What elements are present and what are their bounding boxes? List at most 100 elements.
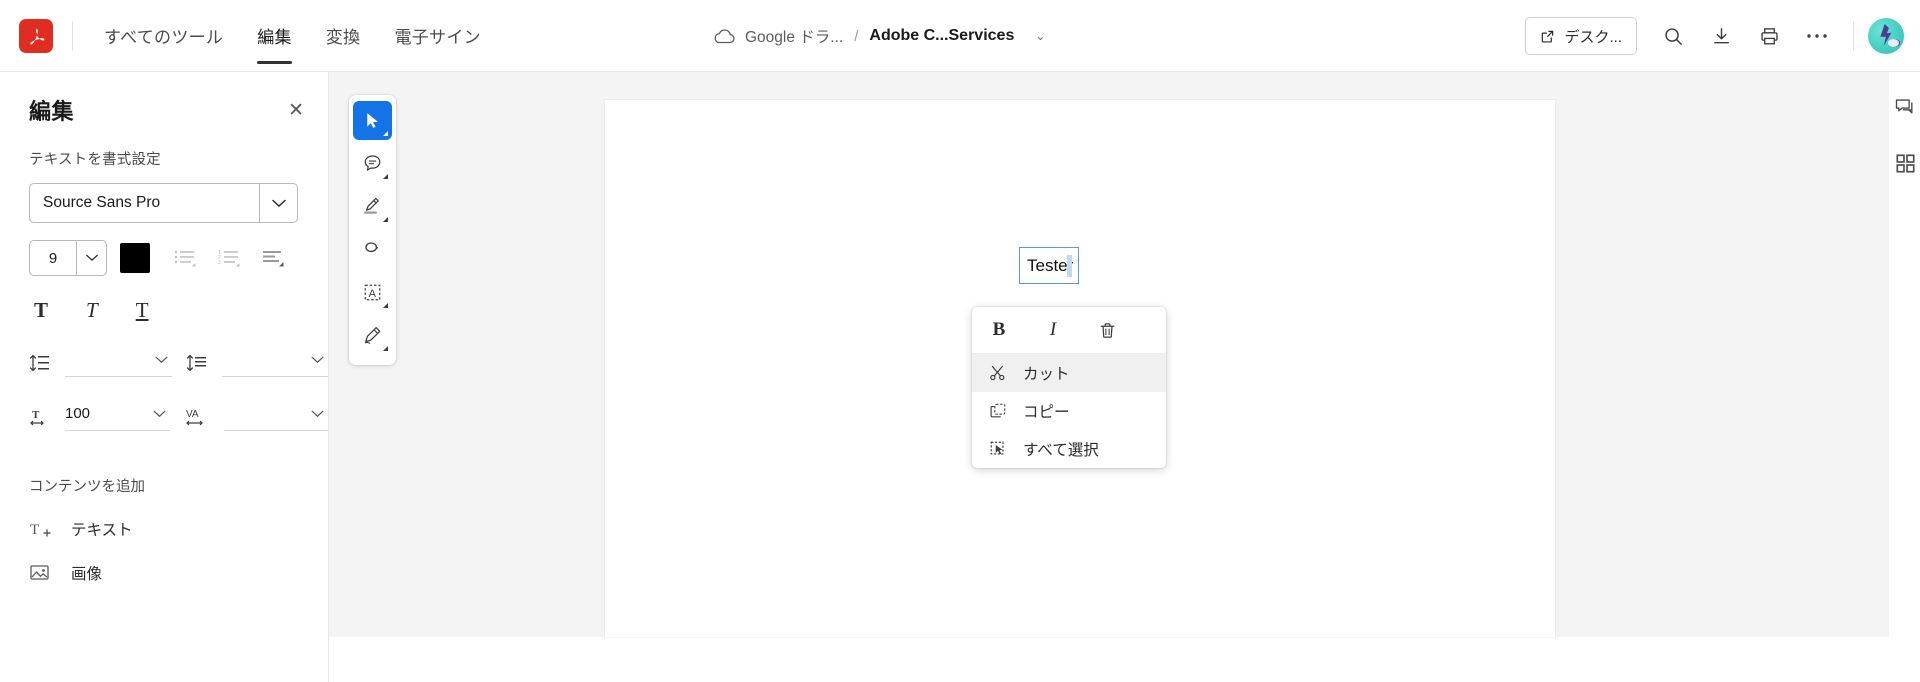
nav-tab-e-sign[interactable]: 電子サイン xyxy=(377,0,498,72)
chevron-down-icon xyxy=(155,356,172,364)
scale-tracking-row: T 100 VA xyxy=(29,397,328,431)
svg-text:3: 3 xyxy=(218,260,221,266)
context-menu-item-select-all[interactable]: すべて選択 xyxy=(972,430,1166,468)
tool-caret-icon xyxy=(383,174,388,179)
chevron-down-icon xyxy=(259,184,297,222)
breadcrumb-filename[interactable]: Adobe C...Services xyxy=(869,27,1014,45)
chevron-down-icon[interactable]: ⌄ xyxy=(1035,29,1045,43)
nav-tab-convert-label: 変換 xyxy=(325,28,361,47)
nav-tab-all-tools-label: すべてのツール xyxy=(104,28,224,47)
select-all-icon xyxy=(988,440,1007,458)
underline-button[interactable]: T xyxy=(136,298,149,323)
chevron-down-icon xyxy=(153,410,170,418)
comments-panel-button[interactable] xyxy=(1883,85,1920,129)
font-size-row: 9 1 2 3 xyxy=(29,240,328,276)
more-options-button[interactable] xyxy=(1795,14,1839,58)
context-menu-format-row: B I xyxy=(972,307,1166,354)
print-icon xyxy=(1759,26,1780,47)
acrobat-app-window: すべてのツール 編集 変換 電子サイン Google ドラ... / Adobe… xyxy=(0,0,1920,682)
chevron-down-icon xyxy=(311,410,328,418)
nav-tab-edit[interactable]: 編集 xyxy=(240,0,309,72)
add-image-icon xyxy=(29,562,53,584)
scissors-icon xyxy=(988,364,1007,382)
download-button[interactable] xyxy=(1699,14,1743,58)
draw-tool[interactable] xyxy=(353,230,392,269)
svg-text:T: T xyxy=(32,409,40,421)
line-spacing-select[interactable] xyxy=(65,343,172,377)
nav-tab-e-sign-label: 電子サイン xyxy=(394,28,481,47)
avatar[interactable] xyxy=(1868,18,1904,54)
nav-tab-all-tools[interactable]: すべてのツール xyxy=(87,0,240,72)
print-button[interactable] xyxy=(1747,14,1791,58)
italic-button[interactable]: T xyxy=(86,298,98,323)
context-menu: B I カット コピー すべて選択 xyxy=(972,307,1166,468)
chevron-down-icon xyxy=(311,356,328,364)
add-text-label: テキスト xyxy=(71,522,133,539)
tool-caret-icon xyxy=(383,303,388,308)
add-image-label: 画像 xyxy=(71,566,103,583)
format-text-label: テキストを書式設定 xyxy=(29,152,161,168)
document-canvas[interactable]: Tester B I カット コピー すべて選択 xyxy=(329,72,1889,637)
svg-text:VA: VA xyxy=(186,409,199,420)
edit-panel: 編集 ✕ テキストを書式設定 Source Sans Pro 9 1 2 3 T… xyxy=(0,72,329,682)
paragraph-spacing-select[interactable] xyxy=(221,343,328,377)
add-text-box-tool[interactable]: A xyxy=(353,273,392,312)
context-menu-item-cut[interactable]: カット xyxy=(972,354,1166,392)
tracking-select[interactable] xyxy=(223,397,328,431)
paragraph-spacing-icon xyxy=(186,353,208,373)
tool-caret-icon xyxy=(383,131,388,136)
comment-tool[interactable] xyxy=(353,144,392,183)
font-size-value: 9 xyxy=(48,249,58,267)
list-align-icons: 1 2 3 xyxy=(174,249,284,267)
edit-panel-header: 編集 ✕ xyxy=(0,72,328,126)
tool-caret-icon xyxy=(383,346,388,351)
all-tools-grid-button[interactable] xyxy=(1883,141,1920,185)
search-button[interactable] xyxy=(1651,14,1695,58)
highlight-tool[interactable] xyxy=(353,187,392,226)
context-menu-item-copy[interactable]: コピー xyxy=(972,392,1166,430)
breadcrumb: Google ドラ... / Adobe C...Services ⌄ xyxy=(712,0,1045,72)
context-bold-button[interactable]: B xyxy=(982,313,1016,347)
context-menu-item-select-all-label: すべて選択 xyxy=(1023,442,1099,459)
numbered-list-icon[interactable]: 1 2 3 xyxy=(218,249,240,267)
breadcrumb-location[interactable]: Google ドラ... xyxy=(745,25,843,47)
text-cursor xyxy=(1067,255,1072,277)
app-header: すべてのツール 編集 変換 電子サイン Google ドラ... / Adobe… xyxy=(0,0,1920,72)
search-icon xyxy=(1663,26,1684,47)
ellipsis-icon xyxy=(1806,32,1828,40)
open-in-desktop-button[interactable]: デスク... xyxy=(1525,17,1637,55)
bullet-list-icon[interactable] xyxy=(174,249,196,267)
open-in-desktop-label: デスク... xyxy=(1564,28,1622,46)
select-tool[interactable] xyxy=(353,101,392,140)
context-menu-item-copy-label: コピー xyxy=(1023,404,1070,421)
add-text-item[interactable]: T テキスト xyxy=(29,518,328,540)
align-icon[interactable] xyxy=(262,249,284,267)
text-style-row: T T T xyxy=(34,298,328,323)
close-icon[interactable]: ✕ xyxy=(288,101,304,120)
tool-caret-icon xyxy=(383,217,388,222)
text-box-field[interactable]: Tester xyxy=(1019,247,1079,284)
context-italic-button[interactable]: I xyxy=(1036,313,1070,347)
bold-button[interactable]: T xyxy=(34,298,48,323)
nav-tab-convert[interactable]: 変換 xyxy=(309,0,378,72)
page-title: 編集 xyxy=(29,99,75,124)
tool-rail: A xyxy=(349,95,396,365)
context-delete-button[interactable] xyxy=(1090,313,1124,347)
add-image-item[interactable]: 画像 xyxy=(29,562,328,584)
font-family-select[interactable]: Source Sans Pro xyxy=(29,183,298,223)
context-menu-item-cut-label: カット xyxy=(1023,366,1070,383)
line-spacing-icon xyxy=(29,353,51,373)
tracking-icon: VA xyxy=(184,407,210,427)
text-color-swatch[interactable] xyxy=(120,243,150,273)
cloud-icon xyxy=(712,27,736,45)
trash-icon xyxy=(1098,321,1117,340)
font-size-select[interactable]: 9 xyxy=(29,240,107,276)
sign-tool[interactable] xyxy=(353,316,392,355)
horizontal-scale-icon: T xyxy=(29,407,51,427)
header-actions: デスク... xyxy=(1525,0,1904,72)
horizontal-scale-select[interactable]: 100 xyxy=(65,397,170,431)
acrobat-logo-icon[interactable] xyxy=(19,18,53,53)
all-tools-grid-icon xyxy=(1895,153,1916,174)
download-icon xyxy=(1711,26,1732,47)
svg-text:T: T xyxy=(30,522,39,538)
